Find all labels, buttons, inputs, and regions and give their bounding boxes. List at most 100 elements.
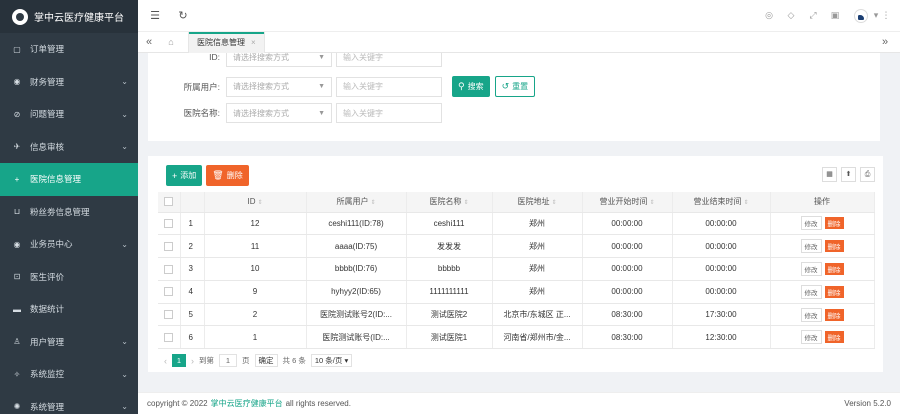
edit-button[interactable]: 修改 [800,284,822,299]
tag-icon[interactable]: ◇ [780,10,802,21]
footer-brand-link[interactable]: 掌中云医疗健康平台 [211,398,283,409]
page-number-current[interactable]: 1 [172,354,186,367]
tab-hospital-info[interactable]: 医院信息管理 × [188,31,265,53]
delete-row-button[interactable]: 删除 [824,285,844,298]
sidebar-item-salesman[interactable]: ◉ 业务员中心 ⌄ [0,228,138,261]
goto-page-input[interactable]: 1 [219,354,237,367]
goto-label: 到第 [199,356,214,365]
edit-button[interactable]: 修改 [800,216,822,231]
table-row[interactable]: 2 11 aaaa(ID:75) 发发发 郑州 00:00:00 00:00:0… [158,234,875,259]
page-size-select[interactable]: 10 条/页 ▾ [310,354,353,367]
close-icon[interactable]: × [251,38,256,47]
table-row[interactable]: 4 9 hyhyy2(ID:65) 1111111111 郑州 00:00:00… [158,280,875,304]
col-header-hospital[interactable]: 医院名称 ⇕ [406,192,493,213]
sort-icon[interactable]: ⇕ [370,200,375,206]
delete-row-button[interactable]: 删除 [824,217,844,230]
home-icon[interactable]: ⌂ [160,37,182,47]
delete-button[interactable]: 🗑 删除 [206,165,249,186]
col-header-id[interactable]: ID ⇕ [204,192,307,213]
edit-button[interactable]: 修改 [800,239,822,254]
sidebar-item-label: 医院信息管理 [30,174,82,185]
sidebar-item-review[interactable]: ✈ 信息审核 ⌄ [0,131,138,164]
cell-actions: 修改 删除 [770,234,875,259]
sidebar-item-system[interactable]: ✺ 系统管理 ⌄ [0,391,138,414]
table-row[interactable]: 3 10 bbbb(ID:76) bbbbb 郑州 00:00:00 00:00… [158,257,875,281]
search-button[interactable]: ⚲ 搜索 [452,76,490,97]
pagination: ‹ 1 › 到第 1 页 确定 共 6 条 10 条/页 ▾ [164,354,353,367]
select-all-checkbox[interactable] [158,192,181,213]
goto-confirm-button[interactable]: 确定 [254,354,278,367]
row-checkbox[interactable] [158,234,181,259]
cart-icon: ⊔ [13,207,21,217]
cell-id: 2 [204,303,307,327]
col-header-address[interactable]: 医院地址 ⇕ [492,192,583,213]
keyword-input[interactable]: 输入关键字 [336,103,442,123]
cell-end: 00:00:00 [672,257,771,281]
search-mode-select[interactable]: 请选择搜索方式 ▼ [226,76,332,97]
sidebar-item-label: 医生评价 [30,271,65,282]
monitor-icon: ✧ [13,369,21,379]
sidebar-item-finance[interactable]: ◉ 财务管理 ⌄ [0,66,138,99]
app-logo[interactable]: 掌中云医疗健康平台 [0,0,138,33]
edit-button[interactable]: 修改 [800,330,822,345]
chevron-down-icon: ⌄ [121,77,128,87]
fullscreen-icon[interactable]: ⤢ [802,10,824,21]
sort-icon[interactable]: ⇕ [257,200,262,206]
edit-button[interactable]: 修改 [800,307,822,322]
filter-row-user: 所属用户: 请选择搜索方式 ▼ 输入关键字 ⚲ 搜索 ↺ 重置 [164,76,536,97]
sort-icon[interactable]: ⇕ [551,200,556,206]
cell-hospital: 1111111111 [406,280,493,304]
avatar[interactable] [854,8,868,23]
row-checkbox[interactable] [158,280,181,304]
print-icon[interactable]: ⎙ [860,167,875,182]
more-icon[interactable]: ⋮ [880,10,892,21]
cell-end: 17:30:00 [672,303,771,327]
sort-icon[interactable]: ⇕ [463,200,468,206]
delete-row-button[interactable]: 删除 [824,240,844,253]
col-header-end[interactable]: 营业结束时间 ⇕ [672,192,771,213]
delete-row-button[interactable]: 删除 [824,262,844,275]
table-row[interactable]: 6 1 医院测试账号(ID:... 测试医院1 河南省/郑州市/金... 08:… [158,325,875,350]
sidebar-item-coupons[interactable]: ⊔ 粉丝劵信息管理 [0,196,138,229]
col-header-start[interactable]: 营业开始时间 ⇕ [582,192,673,213]
table-row[interactable]: 5 2 医院测试账号2(ID:... 测试医院2 北京市/东城区 正... 08… [158,303,875,327]
sort-icon[interactable]: ⇕ [743,200,748,206]
sort-icon[interactable]: ⇕ [649,200,654,206]
avatar-dropdown-icon[interactable]: ▾ [872,10,880,21]
table-row[interactable]: 1 12 ceshi111(ID:78) ceshi111 郑州 00:00:0… [158,212,875,236]
prev-page-icon[interactable]: ‹ [164,356,167,366]
theme-icon[interactable]: ◎ [758,10,780,21]
sidebar-item-orders[interactable]: ▢ 订单管理 [0,33,138,66]
lock-icon[interactable]: ▣ [824,10,846,21]
keyword-input[interactable]: 输入关键字 [336,53,442,67]
cell-start: 00:00:00 [582,212,673,236]
sidebar-item-questions[interactable]: ⊘ 问题管理 ⌄ [0,98,138,131]
row-checkbox[interactable] [158,303,181,327]
col-header-user[interactable]: 所属用户 ⇕ [306,192,407,213]
sidebar-item-hospital-info[interactable]: + 医院信息管理 [0,163,138,196]
sidebar-item-users[interactable]: ♙ 用户管理 ⌄ [0,326,138,359]
columns-icon[interactable]: ▦ [822,167,837,182]
search-mode-select[interactable]: 请选择搜索方式 ▼ [226,103,332,123]
sidebar-item-statistics[interactable]: ▬ 数据统计 [0,293,138,326]
tabs-scroll-left-icon[interactable]: « [138,36,160,48]
export-icon[interactable]: ⬆ [841,167,856,182]
sidebar-item-monitor[interactable]: ✧ 系统监控 ⌄ [0,358,138,391]
next-page-icon[interactable]: › [191,356,194,366]
refresh-icon[interactable]: ↻ [172,9,194,22]
menu-toggle-icon[interactable]: ☰ [144,9,166,22]
row-checkbox[interactable] [158,212,181,236]
keyword-input[interactable]: 输入关键字 [336,76,442,97]
chevron-down-icon: ▼ [318,109,325,117]
row-checkbox[interactable] [158,257,181,281]
sidebar-item-doctor-review[interactable]: ⊡ 医生评价 [0,261,138,294]
edit-button[interactable]: 修改 [800,261,822,276]
delete-row-button[interactable]: 删除 [824,331,844,344]
delete-row-button[interactable]: 删除 [824,308,844,321]
row-checkbox[interactable] [158,325,181,350]
search-mode-select[interactable]: 请选择搜索方式 ▼ [226,53,332,67]
tabs-scroll-right-icon[interactable]: » [870,36,900,48]
reset-button[interactable]: ↺ 重置 [494,76,536,97]
add-button[interactable]: + 添加 [166,165,203,186]
rights-text: all rights reserved. [285,399,351,408]
